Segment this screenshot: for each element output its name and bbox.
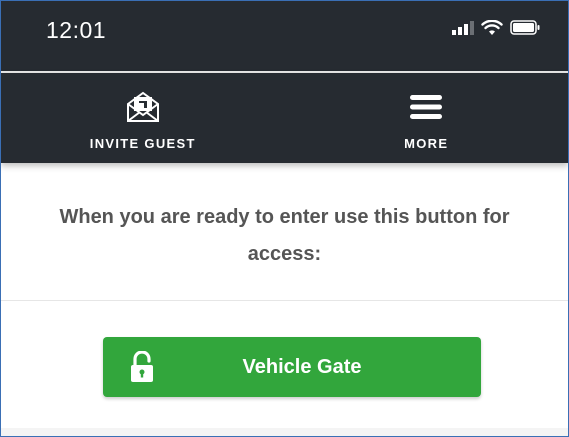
more-menu-button[interactable]: MORE — [285, 73, 569, 163]
app-window: 12:01 INVITE GUEST MORE When you are rea… — [0, 0, 569, 437]
access-instruction-text: When you are ready to enter use this but… — [59, 206, 510, 265]
envelope-invite-icon — [125, 90, 161, 124]
invite-guest-button[interactable]: INVITE GUEST — [1, 73, 285, 163]
vehicle-gate-button[interactable]: Vehicle Gate — [103, 337, 481, 397]
unlocked-padlock-icon — [129, 350, 155, 388]
instruction-panel: When you are ready to enter use this but… — [1, 163, 568, 301]
nav-label-invite-guest: INVITE GUEST — [89, 136, 196, 151]
top-nav-bar: INVITE GUEST MORE — [1, 73, 568, 163]
status-time: 12:01 — [46, 16, 107, 43]
nav-label-more: MORE — [404, 136, 449, 151]
battery-icon — [510, 20, 540, 40]
gate-button-panel: Vehicle Gate — [1, 301, 568, 428]
system-icons — [452, 19, 540, 41]
status-bar: 12:01 — [1, 1, 568, 73]
bottom-divider — [1, 428, 568, 436]
hamburger-menu-icon — [410, 90, 443, 124]
wifi-icon — [481, 19, 503, 41]
vehicle-gate-label: Vehicle Gate — [242, 355, 362, 378]
signal-icon — [452, 20, 474, 40]
